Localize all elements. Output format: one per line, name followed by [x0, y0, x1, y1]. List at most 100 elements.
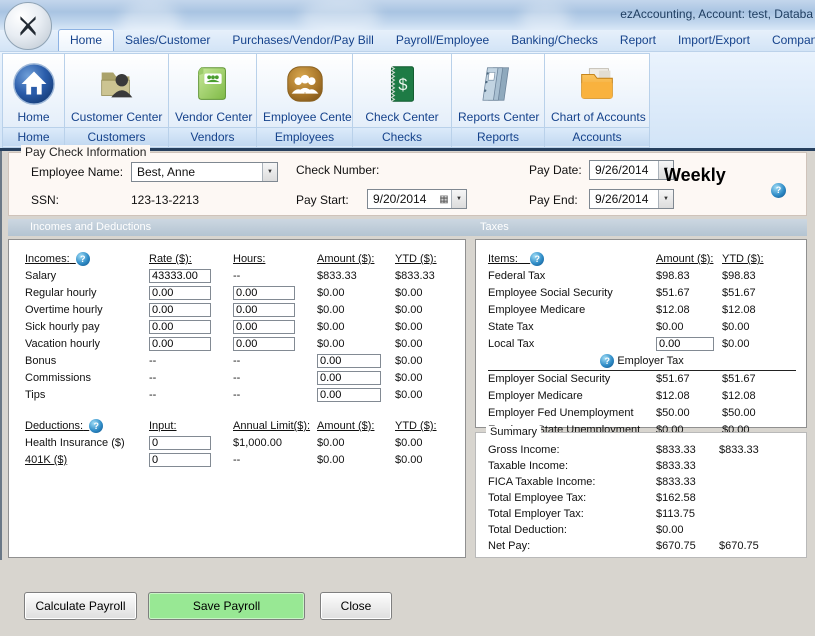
- tax-amount: $12.08: [656, 389, 722, 405]
- vacation-hourly-hours-input[interactable]: [233, 337, 295, 351]
- commissions-amount-input[interactable]: [317, 371, 381, 385]
- tax-label: Federal Tax: [488, 269, 656, 285]
- tab-payroll-employee[interactable]: Payroll/Employee: [385, 30, 500, 51]
- income-amount: $0.00: [317, 286, 395, 302]
- summary-label: Gross Income:: [488, 443, 656, 458]
- bonus-amount-input[interactable]: [317, 354, 381, 368]
- deductions-column-header: Deductions: ?: [25, 419, 149, 435]
- tax-amount: $51.67: [656, 372, 722, 388]
- deduction-limit: --: [233, 453, 317, 469]
- chevron-down-icon[interactable]: ▼: [451, 190, 466, 208]
- reports-center-icon: [475, 61, 521, 107]
- home-group-label: Home: [3, 127, 64, 146]
- svg-text:$: $: [398, 75, 407, 93]
- tab-banking-checks[interactable]: Banking/Checks: [500, 30, 609, 51]
- tips-amount-input[interactable]: [317, 388, 381, 402]
- health-insurance-input[interactable]: [149, 436, 211, 450]
- employee-center-button[interactable]: Employee Center Employees: [256, 53, 352, 148]
- tab-company[interactable]: Company: [761, 30, 815, 51]
- overtime-hourly-hours-input[interactable]: [233, 303, 295, 317]
- income-ytd: $0.00: [395, 354, 467, 370]
- deduction-401k-link[interactable]: 401K ($): [25, 453, 149, 469]
- chart-of-accounts-label: Chart of Accounts: [545, 110, 649, 127]
- summary-value: $833.33: [656, 443, 719, 458]
- summary-value: $162.58: [656, 491, 719, 506]
- summary-group: Summary Gross Income: $833.33 $833.33 Ta…: [475, 432, 807, 558]
- check-center-button[interactable]: $ Check Center Checks: [352, 53, 451, 148]
- tab-import-export[interactable]: Import/Export: [667, 30, 761, 51]
- customer-center-button[interactable]: Customer Center Customers: [64, 53, 168, 148]
- employee-name-value: Best, Anne: [132, 165, 262, 179]
- summary-value-ytd: $833.33: [719, 443, 799, 458]
- taxes-header: Taxes: [480, 219, 509, 236]
- pay-end-value: 9/26/2014: [590, 192, 658, 206]
- ezaccounting-window: ezAccounting, Account: test, Databa Home…: [0, 0, 815, 636]
- help-icon[interactable]: ?: [89, 419, 103, 433]
- vendor-center-icon: [190, 61, 236, 107]
- tax-ytd: $98.83: [722, 269, 800, 285]
- vendor-center-button[interactable]: Vendor Center Vendors: [168, 53, 256, 148]
- income-hours: --: [233, 371, 317, 387]
- tax-ytd: $50.00: [722, 406, 800, 422]
- vacation-hourly-rate-input[interactable]: [149, 337, 211, 351]
- deduction-ytd: $0.00: [395, 453, 467, 469]
- pay-date-select[interactable]: 9/26/2014 ▼: [589, 160, 674, 180]
- tab-sales-customer[interactable]: Sales/Customer: [114, 30, 221, 51]
- ssn-value: 123-13-2213: [131, 193, 199, 207]
- calendar-icon[interactable]: ▦: [437, 190, 451, 208]
- salary-rate-input[interactable]: [149, 269, 211, 283]
- pay-start-datepicker[interactable]: 9/20/2014 ▦ ▼: [367, 189, 467, 209]
- summary-label: Taxable Income:: [488, 459, 656, 474]
- tab-purchases-vendor-pay-bill[interactable]: Purchases/Vendor/Pay Bill: [221, 30, 384, 51]
- incomes-column-header: Incomes: ?: [25, 252, 149, 268]
- income-hours: --: [233, 388, 317, 404]
- amount-column-header: Amount ($):: [317, 419, 395, 435]
- save-payroll-button[interactable]: Save Payroll: [148, 592, 305, 620]
- income-hours: --: [233, 354, 317, 370]
- pay-end-select[interactable]: 9/26/2014 ▼: [589, 189, 674, 209]
- tax-label: Employer Fed Unemployment: [488, 406, 656, 422]
- calculate-payroll-button[interactable]: Calculate Payroll: [24, 592, 137, 620]
- employees-group-label: Employees: [257, 127, 352, 146]
- 401k-input[interactable]: [149, 453, 211, 467]
- regular-hourly-hours-input[interactable]: [233, 286, 295, 300]
- income-amount: $0.00: [317, 303, 395, 319]
- reports-center-label: Reports Center: [452, 110, 544, 127]
- deduction-label: Health Insurance ($): [25, 436, 149, 452]
- overtime-hourly-rate-input[interactable]: [149, 303, 211, 317]
- help-globe-icon[interactable]: ?: [771, 183, 786, 198]
- employer-tax-section-header: ? Employer Tax: [488, 354, 796, 371]
- sick-hourly-hours-input[interactable]: [233, 320, 295, 334]
- tab-home[interactable]: Home: [58, 29, 114, 51]
- help-icon[interactable]: ?: [600, 354, 614, 368]
- income-ytd: $0.00: [395, 371, 467, 387]
- reports-center-button[interactable]: Reports Center Reports: [451, 53, 544, 148]
- home-button[interactable]: Home Home: [2, 53, 64, 148]
- chart-of-accounts-button[interactable]: Chart of Accounts Accounts: [544, 53, 650, 148]
- help-icon[interactable]: ?: [76, 252, 90, 266]
- menu-tab-strip: Home Sales/Customer Purchases/Vendor/Pay…: [0, 30, 815, 52]
- local-tax-input[interactable]: [656, 337, 714, 351]
- sick-hourly-rate-input[interactable]: [149, 320, 211, 334]
- summary-label: Total Employee Tax:: [488, 491, 656, 506]
- summary-value-ytd: [719, 491, 799, 506]
- title-bar: ezAccounting, Account: test, Databa: [0, 0, 815, 30]
- deduction-amount: $0.00: [317, 453, 395, 469]
- app-menu-button[interactable]: [4, 2, 52, 50]
- employee-name-select[interactable]: Best, Anne ▼: [131, 162, 278, 182]
- help-icon[interactable]: ?: [530, 252, 544, 266]
- income-ytd: $0.00: [395, 303, 467, 319]
- tab-report[interactable]: Report: [609, 30, 667, 51]
- income-label: Commissions: [25, 371, 149, 387]
- incomes-deductions-header: Incomes and Deductions: [30, 219, 151, 236]
- income-ytd: $833.33: [395, 269, 467, 285]
- pay-frequency-text: Weekly: [664, 165, 726, 186]
- chevron-down-icon[interactable]: ▼: [262, 163, 277, 181]
- income-ytd: $0.00: [395, 286, 467, 302]
- chevron-down-icon[interactable]: ▼: [658, 190, 673, 208]
- close-button[interactable]: Close: [320, 592, 392, 620]
- checks-group-label: Checks: [353, 127, 451, 146]
- income-ytd: $0.00: [395, 320, 467, 336]
- regular-hourly-rate-input[interactable]: [149, 286, 211, 300]
- income-rate: --: [149, 388, 233, 404]
